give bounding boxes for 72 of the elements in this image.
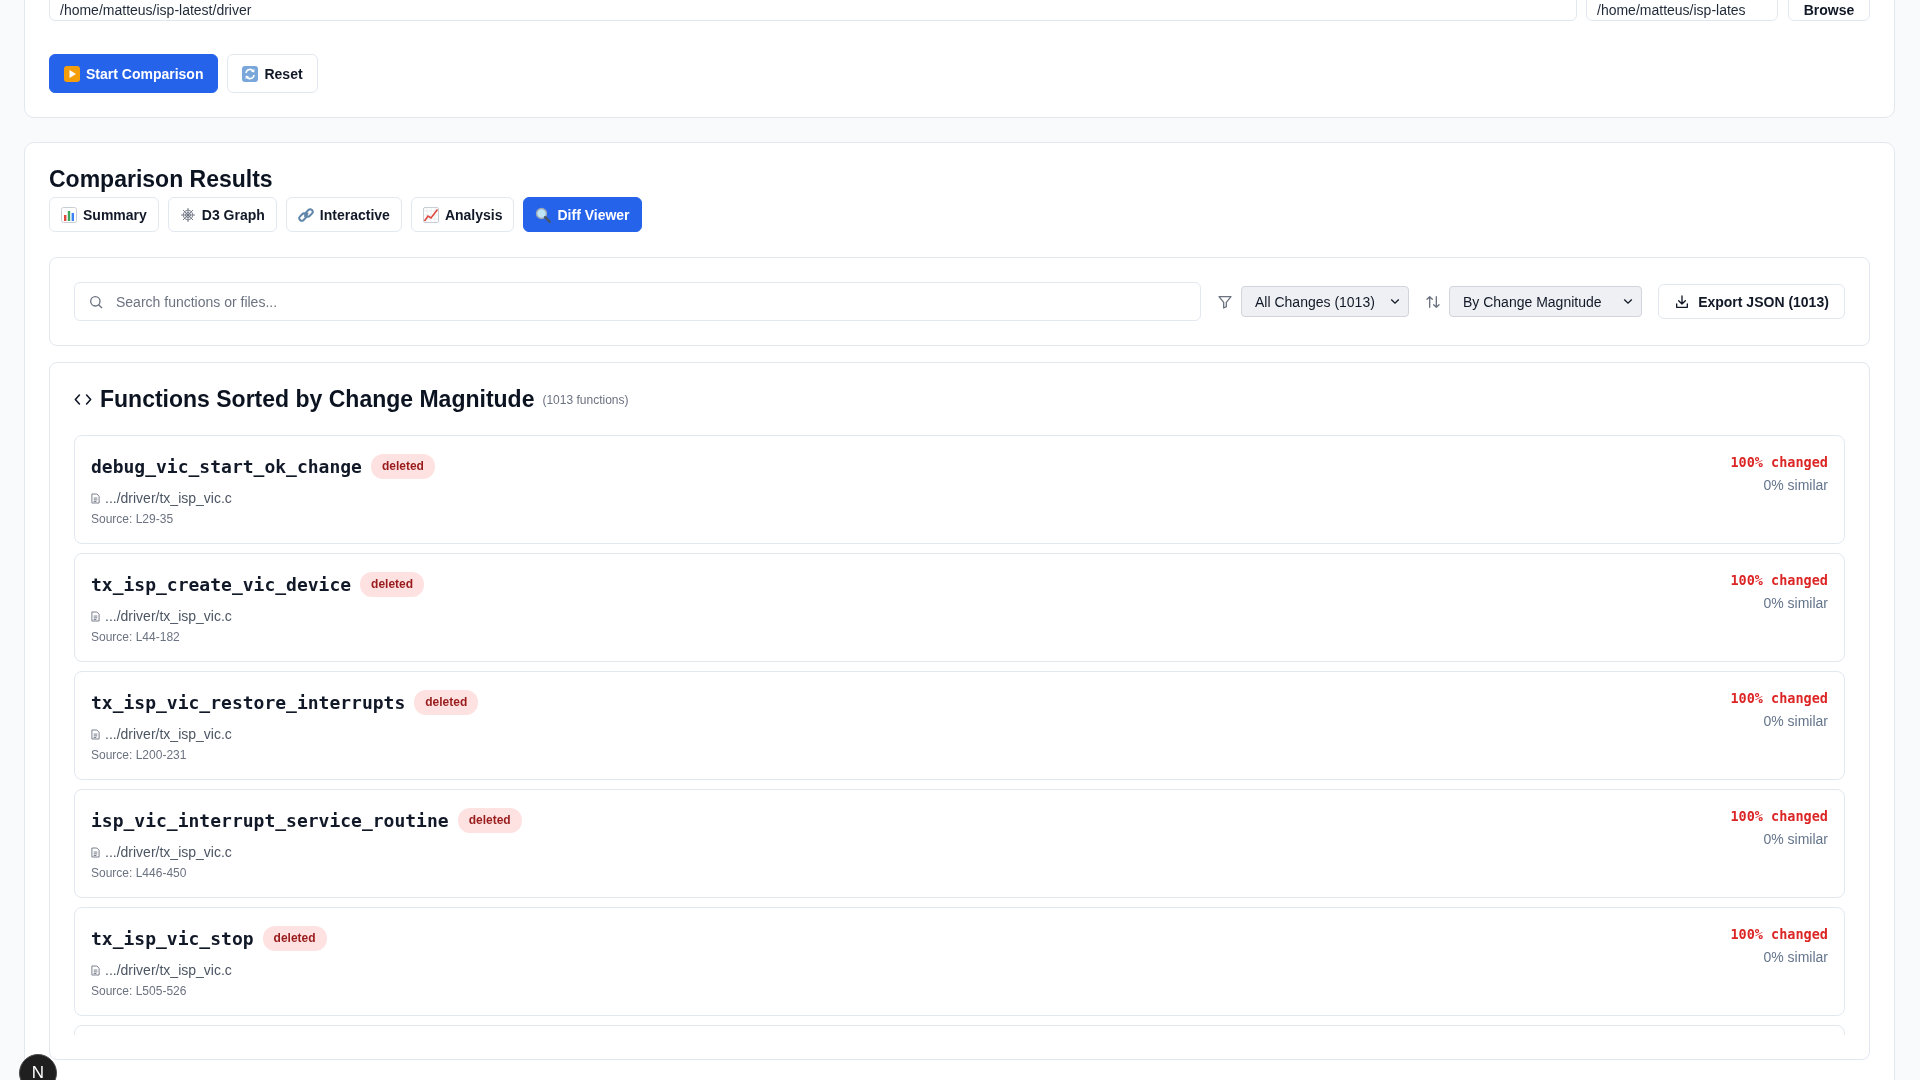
file-path: .../driver/tx_isp_vic.c xyxy=(105,490,232,506)
status-badge: deleted xyxy=(370,453,435,479)
chevron-down-icon xyxy=(1390,298,1400,305)
similarity-percent: 0% similar xyxy=(1762,830,1828,849)
change-percent: 100% changed xyxy=(1730,453,1828,472)
similarity-percent: 0% similar xyxy=(1762,594,1828,613)
tab[interactable]: Interactive xyxy=(285,197,402,232)
sort-arrows-icon xyxy=(1425,293,1441,310)
tab[interactable]: Summary xyxy=(49,197,159,232)
path-field[interactable]: /home/matteus/isp-lates xyxy=(1586,0,1778,21)
chevron-down-icon xyxy=(1623,298,1633,305)
change-percent: 100% changed xyxy=(1730,925,1828,944)
change-percent: 100% changed xyxy=(1730,571,1828,590)
export-button[interactable]: Export JSON (1013) xyxy=(1658,284,1845,319)
similarity-percent: 0% similar xyxy=(1762,712,1828,731)
change-filter-dropdown[interactable]: All Changes (1013) xyxy=(1241,286,1409,317)
status-badge: deleted xyxy=(457,807,522,833)
trend-chart-icon xyxy=(422,206,439,223)
source-lines: Source: L44-182 xyxy=(91,629,181,645)
source-lines: Source: L200-231 xyxy=(91,747,188,763)
function-name: debug_vic_start_ok_change xyxy=(91,455,362,477)
source-lines: Source: L505-526 xyxy=(91,983,188,999)
file-path: .../driver/tx_isp_vic.c xyxy=(105,962,232,978)
change-percent: 100% changed xyxy=(1730,689,1828,708)
link-icon xyxy=(297,206,314,223)
browse-button[interactable]: Browse xyxy=(1788,0,1870,21)
sort-dropdown[interactable]: By Change Magnitude xyxy=(1449,286,1642,317)
status-badge: deleted xyxy=(414,689,479,715)
code-icon xyxy=(74,392,92,406)
file-icon xyxy=(91,610,100,622)
file-icon xyxy=(91,964,100,976)
filter-icon xyxy=(1217,293,1233,310)
similarity-percent: 0% similar xyxy=(1762,948,1828,967)
file-icon xyxy=(91,846,100,858)
tab[interactable]: D3 Graph xyxy=(167,197,277,232)
download-icon xyxy=(1674,293,1691,310)
function-name: tx_isp_vic_stop xyxy=(91,927,254,949)
similarity-percent: 0% similar xyxy=(1762,476,1828,495)
function-card[interactable]: debug_vic_start_ok_change deleted .../driver/tx_isp_vic.c Source: L29-35 100% changed 0% similar xyxy=(74,435,1845,544)
file-path: .../driver/tx_isp_vic.c xyxy=(105,726,232,742)
results-title: Comparison Results xyxy=(49,165,274,193)
status-badge: deleted xyxy=(262,925,327,951)
function-card[interactable]: tx_isp_vic_restore_interrupts deleted .../driver/tx_isp_vic.c Source: L200-231 100% changed 0% similar xyxy=(74,671,1845,780)
play-icon xyxy=(64,65,80,82)
function-name: isp_vic_interrupt_service_routine xyxy=(91,809,449,831)
function-card[interactable]: tx_isp_create_vic_device deleted .../driver/tx_isp_vic.c Source: L44-182 100% changed 0% similar xyxy=(74,553,1845,662)
tab[interactable]: Diff Viewer xyxy=(523,197,642,232)
status-badge: deleted xyxy=(360,571,425,597)
dev-tools-button[interactable]: N xyxy=(19,1054,57,1080)
bar-chart-icon xyxy=(61,206,77,223)
functions-title: Functions Sorted by Change Magnitude xyxy=(100,387,535,411)
function-name: tx_isp_create_vic_device xyxy=(91,573,352,595)
magnifier-icon xyxy=(535,206,552,223)
file-path: .../driver/tx_isp_vic.c xyxy=(105,608,232,624)
reset-button[interactable]: Reset xyxy=(227,54,318,93)
tab[interactable]: Analysis xyxy=(410,197,515,232)
source-lines: Source: L446-450 xyxy=(91,865,188,881)
path-field[interactable]: /home/matteus/isp-latest/driver xyxy=(49,0,1577,21)
start-comparison-button[interactable]: Start Comparison xyxy=(49,54,219,93)
spider-web-icon xyxy=(179,206,196,223)
functions-count: (1013 functions) xyxy=(542,393,629,407)
function-card[interactable]: isp_vic_interrupt_service_routine deleted .../driver/tx_isp_vic.c Source: L446-450 100% changed 0% similar xyxy=(74,789,1845,898)
function-card[interactable]: tx_isp_vic_stop deleted .../driver/tx_isp_vic.c Source: L505-526 100% changed 0% similar xyxy=(74,907,1845,1016)
function-name: tx_isp_vic_restore_interrupts xyxy=(91,691,406,713)
file-icon xyxy=(91,728,100,740)
refresh-icon xyxy=(242,65,259,82)
search-icon xyxy=(88,294,104,310)
source-lines: Source: L29-35 xyxy=(91,511,175,527)
search-field[interactable]: Search functions or files... xyxy=(74,282,1201,321)
file-path: .../driver/tx_isp_vic.c xyxy=(105,844,232,860)
change-percent: 100% changed xyxy=(1730,807,1828,826)
file-icon xyxy=(91,492,100,504)
